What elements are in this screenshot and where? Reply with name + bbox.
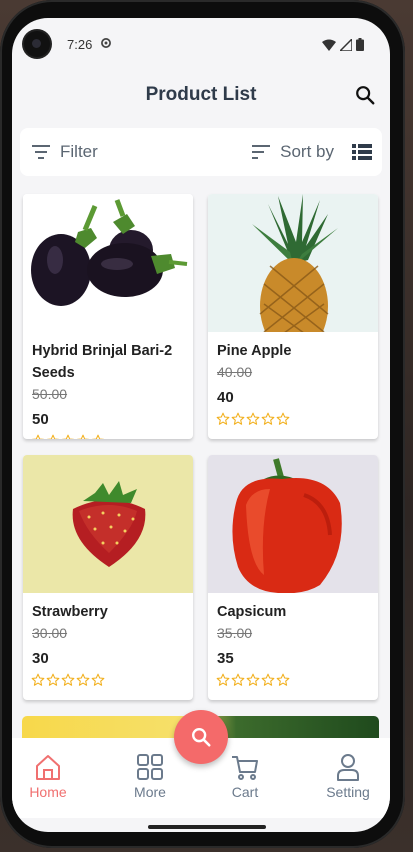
settings-gear-icon — [101, 38, 111, 48]
star-icon — [276, 673, 290, 686]
product-price: 40 — [217, 389, 234, 406]
status-icons — [322, 38, 364, 51]
search-icon[interactable] — [354, 84, 376, 106]
search-icon — [192, 728, 211, 747]
nav-label-cart: Cart — [231, 784, 259, 800]
nav-label-home: Home — [29, 784, 67, 800]
product-old-price: 35.00 — [217, 625, 253, 641]
product-old-price: 40.00 — [217, 364, 253, 380]
sort-button[interactable]: Sort by — [252, 140, 334, 164]
grid-icon — [137, 754, 163, 780]
product-image-brinjal — [23, 194, 193, 332]
app-screen: 7:26 Product List Filter Sort by Hybrid … — [12, 18, 390, 832]
star-icon — [246, 412, 260, 425]
product-name: Strawberry — [32, 604, 108, 620]
product-old-price: 50.00 — [32, 386, 68, 402]
cart-icon — [232, 756, 258, 780]
rating-stars — [31, 673, 105, 687]
star-icon — [46, 434, 60, 439]
nav-label-more: More — [134, 784, 166, 800]
nav-item-cart[interactable]: Cart — [205, 752, 285, 800]
star-icon — [276, 412, 290, 425]
battery-icon — [356, 38, 364, 51]
front-camera — [24, 31, 50, 57]
star-icon — [261, 673, 275, 686]
status-bar: 7:26 — [12, 18, 390, 70]
rating-stars — [216, 673, 290, 687]
star-icon — [246, 673, 260, 686]
product-image-strawberry — [23, 455, 193, 593]
product-price: 50 — [32, 411, 49, 428]
star-icon — [216, 673, 230, 686]
wifi-icon — [322, 39, 336, 51]
star-icon — [216, 412, 230, 425]
star-icon — [31, 673, 45, 686]
nav-item-setting[interactable]: Setting — [308, 752, 388, 800]
sort-label: Sort by — [280, 142, 334, 161]
star-icon — [61, 434, 75, 439]
product-card[interactable]: Pine Apple 40.00 40 — [208, 194, 378, 439]
star-icon — [31, 434, 45, 439]
home-indicator[interactable] — [148, 825, 266, 829]
filter-bar: Filter Sort by — [20, 128, 382, 176]
product-card[interactable]: Strawberry 30.00 30 — [23, 455, 193, 700]
star-icon — [76, 673, 90, 686]
sort-icon — [252, 145, 271, 159]
star-icon — [231, 673, 245, 686]
star-icon — [76, 434, 90, 439]
user-icon — [337, 754, 359, 781]
product-name: Hybrid Brinjal Bari-2 Seeds — [32, 343, 173, 381]
nav-item-more[interactable]: More — [110, 752, 190, 800]
product-price: 35 — [217, 650, 234, 667]
app-bar: Product List — [12, 74, 390, 118]
star-icon — [61, 673, 75, 686]
nav-item-home[interactable]: Home — [12, 752, 88, 800]
status-time: 7:26 — [67, 37, 93, 52]
rating-stars — [216, 412, 290, 426]
product-name: Pine Apple — [217, 343, 292, 359]
product-price: 30 — [32, 650, 49, 667]
rating-stars — [31, 434, 105, 439]
signal-icon — [340, 38, 352, 51]
phone-frame: 7:26 Product List Filter Sort by Hybrid … — [0, 0, 405, 848]
product-old-price: 30.00 — [32, 625, 68, 641]
product-card[interactable]: Capsicum 35.00 35 — [208, 455, 378, 700]
star-icon — [231, 412, 245, 425]
star-icon — [91, 673, 105, 686]
filter-button[interactable]: Filter — [32, 140, 98, 164]
product-card[interactable]: Hybrid Brinjal Bari-2 Seeds 50.00 50 — [23, 194, 193, 439]
product-image-pineapple — [208, 194, 378, 332]
filter-icon — [32, 145, 50, 159]
star-icon — [91, 434, 105, 439]
page-title: Product List — [145, 84, 257, 105]
star-icon — [261, 412, 275, 425]
list-view-icon[interactable] — [352, 142, 372, 162]
floating-search-button[interactable] — [174, 710, 228, 764]
home-icon — [36, 755, 60, 780]
product-name: Capsicum — [217, 604, 287, 620]
star-icon — [46, 673, 60, 686]
filter-label: Filter — [60, 142, 98, 161]
nav-label-setting: Setting — [326, 784, 370, 800]
product-image-capsicum — [208, 455, 378, 593]
